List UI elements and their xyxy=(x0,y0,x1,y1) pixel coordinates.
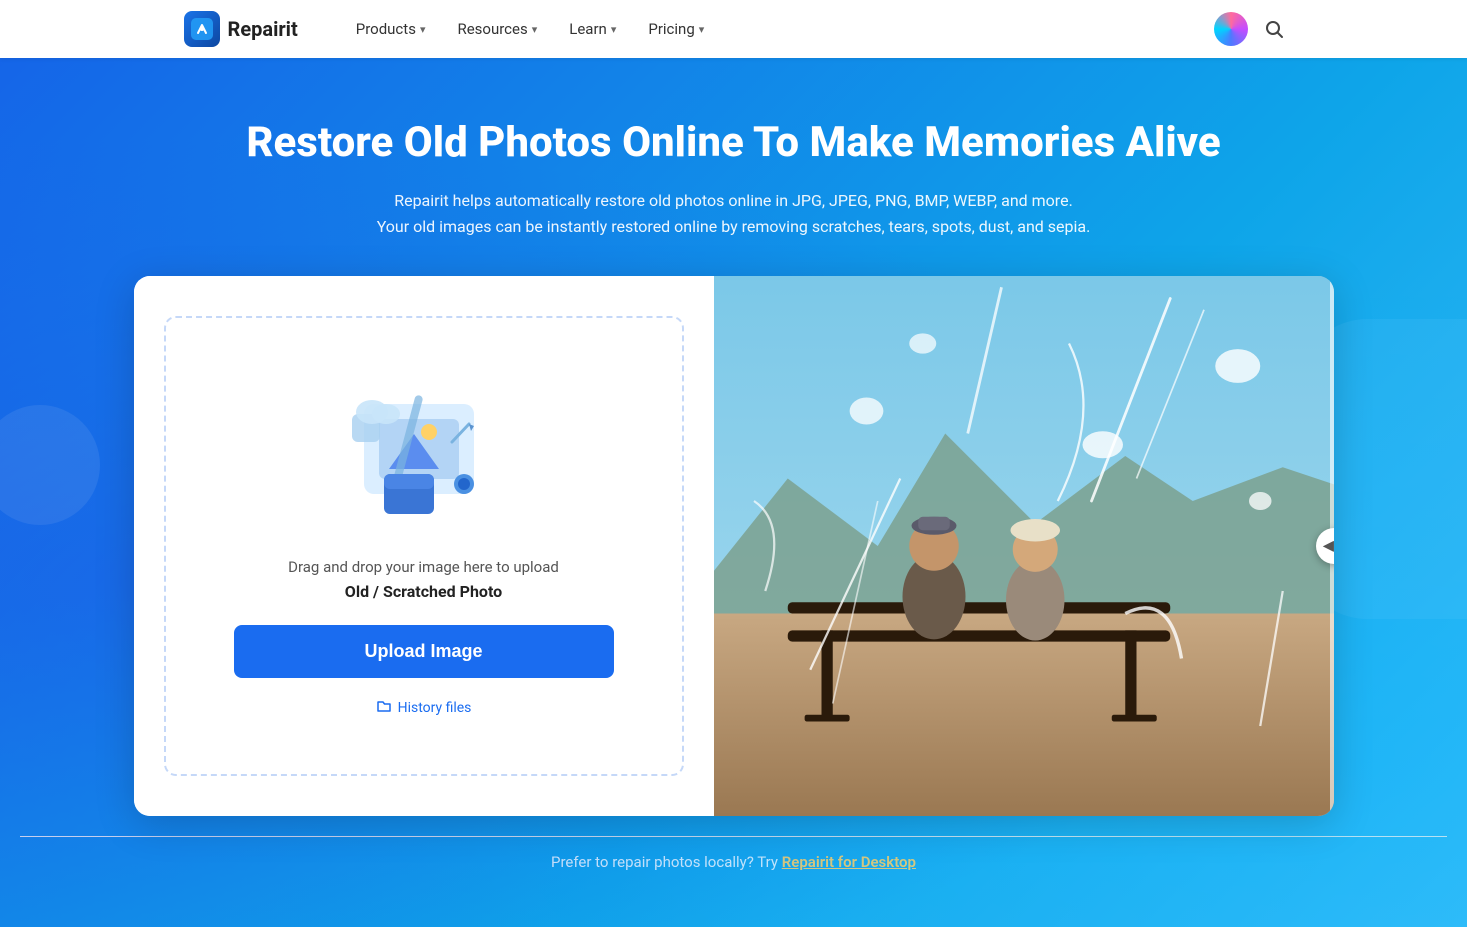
image-container: ◀▶ xyxy=(714,276,1334,816)
history-files-link[interactable]: History files xyxy=(376,698,472,718)
hero-section: Restore Old Photos Online To Make Memori… xyxy=(0,58,1467,927)
upload-panel: Drag and drop your image here to upload … xyxy=(134,276,714,816)
photo-type-label: Old / Scratched Photo xyxy=(345,582,502,601)
drag-drop-text: Drag and drop your image here to upload xyxy=(288,558,559,576)
hero-title: Restore Old Photos Online To Make Memori… xyxy=(20,118,1447,168)
photo-repair-illustration xyxy=(334,374,514,534)
upload-image-button[interactable]: Upload Image xyxy=(234,625,614,678)
nav-learn[interactable]: Learn ▾ xyxy=(555,14,630,44)
nav-resources[interactable]: Resources ▾ xyxy=(443,14,551,44)
search-button[interactable] xyxy=(1264,19,1284,39)
hero-subtitle: Repairit helps automatically restore old… xyxy=(20,188,1447,239)
chevron-down-icon: ▾ xyxy=(699,23,705,36)
logo-text: Repairit xyxy=(228,17,298,41)
chevron-down-icon: ▾ xyxy=(611,23,617,36)
scene-svg xyxy=(714,276,1334,816)
folder-icon xyxy=(376,698,392,718)
logo-icon xyxy=(184,11,220,47)
logo[interactable]: Repairit xyxy=(184,11,298,47)
navbar: Repairit Products ▾ Resources ▾ Learn ▾ … xyxy=(0,0,1467,58)
chevron-down-icon: ▾ xyxy=(420,23,426,36)
main-card: Drag and drop your image here to upload … xyxy=(134,276,1334,816)
avatar[interactable] xyxy=(1214,12,1248,46)
bg-decoration-left xyxy=(0,405,100,525)
image-divider: ◀▶ xyxy=(1330,276,1334,816)
footer-bar: Prefer to repair photos locally? Try Rep… xyxy=(20,836,1447,887)
chevron-down-icon: ▾ xyxy=(532,23,538,36)
upload-illustration xyxy=(334,374,514,534)
preview-panel: ◀▶ xyxy=(714,276,1334,816)
desktop-app-link[interactable]: Repairit for Desktop xyxy=(782,853,916,871)
scratched-photo xyxy=(714,276,1334,816)
nav-pricing[interactable]: Pricing ▾ xyxy=(634,14,718,44)
search-icon xyxy=(1264,19,1284,39)
nav-links: Products ▾ Resources ▾ Learn ▾ Pricing ▾ xyxy=(342,14,1182,44)
nav-products[interactable]: Products ▾ xyxy=(342,14,440,44)
nav-right xyxy=(1214,12,1284,46)
upload-dropzone[interactable]: Drag and drop your image here to upload … xyxy=(164,316,684,776)
